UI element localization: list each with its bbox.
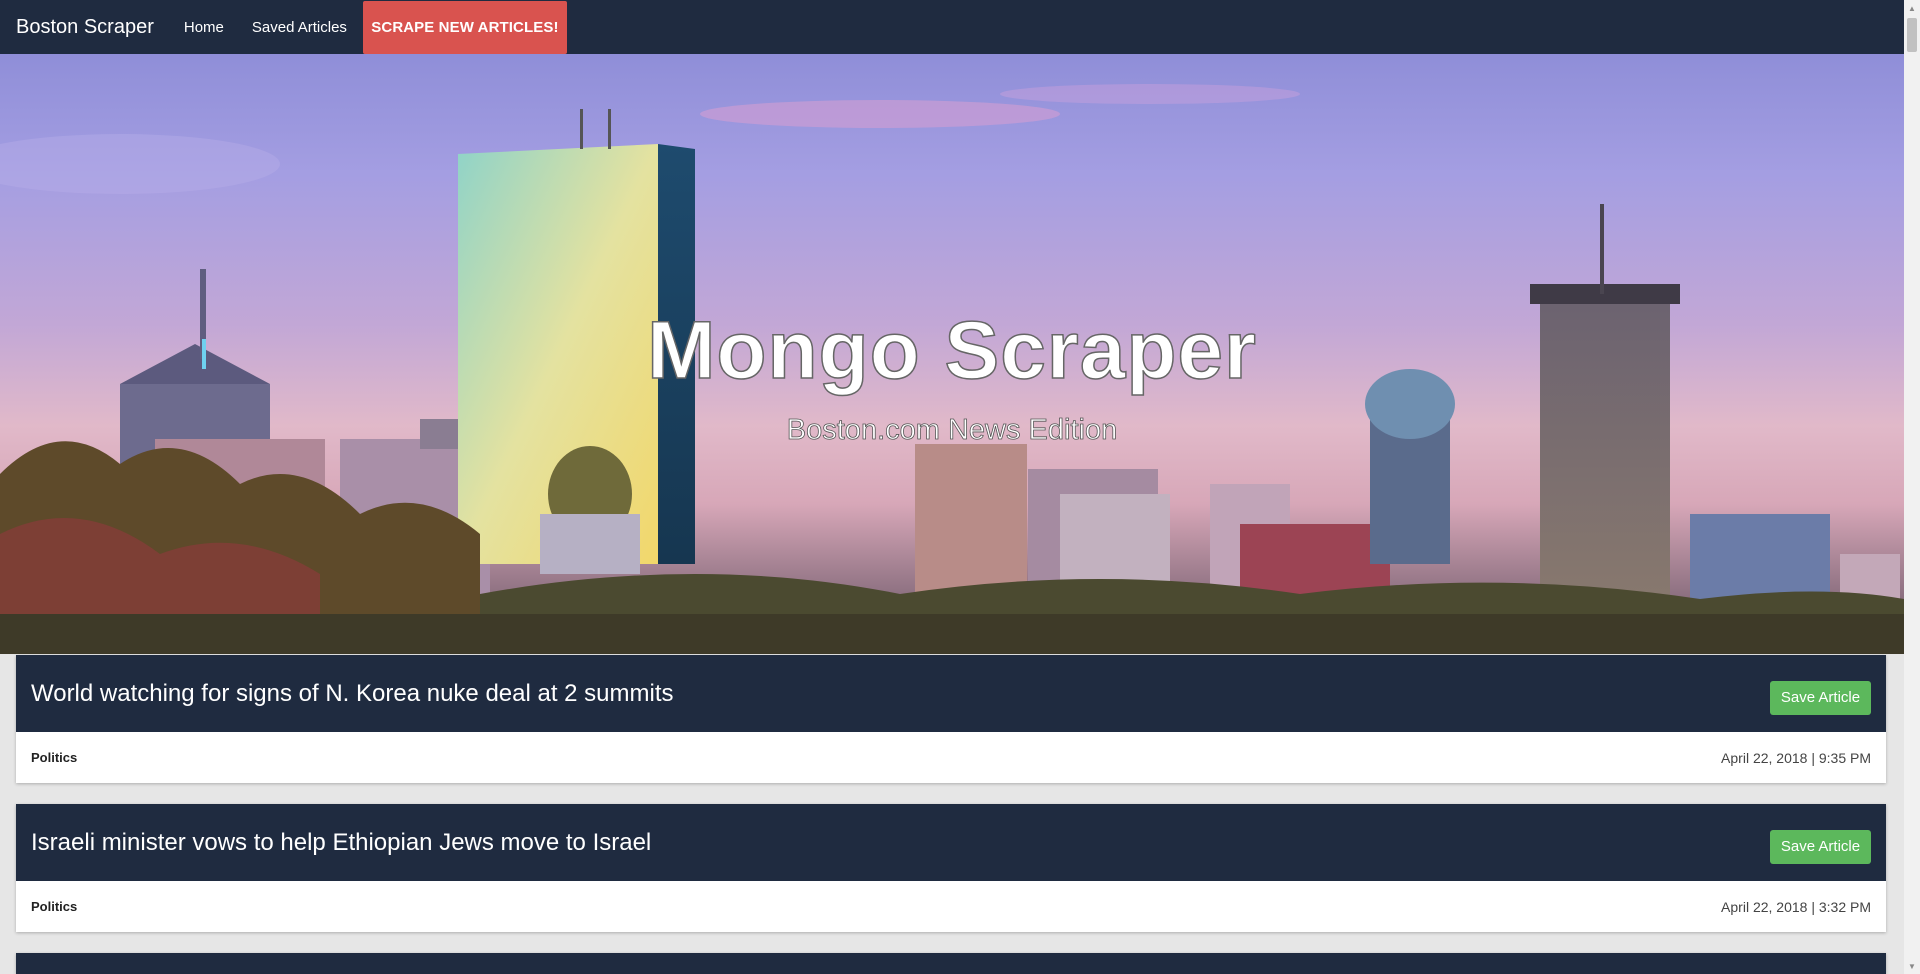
article-footer: Politics April 22, 2018 | 9:35 PM <box>16 732 1886 783</box>
nav-home-link[interactable]: Home <box>184 19 224 36</box>
nav-saved-articles-link[interactable]: Saved Articles <box>252 19 347 36</box>
scroll-down-arrow-icon[interactable]: ▼ <box>1904 958 1920 974</box>
article-title[interactable]: World watching for signs of N. Korea nuk… <box>31 680 674 708</box>
save-article-button[interactable]: Save Article <box>1770 680 1871 715</box>
article-card: World watching for signs of N. Korea nuk… <box>16 655 1886 783</box>
hero-title: Mongo Scraper <box>646 304 1257 397</box>
hero-subtitle: Boston.com News Edition <box>786 414 1118 447</box>
article-header: World watching for signs of N. Korea nuk… <box>16 655 1886 732</box>
article-card: Israeli minister vows to help Ethiopian … <box>16 804 1886 932</box>
page-scrollbar[interactable]: ▲ ▼ <box>1904 0 1920 974</box>
article-date: April 22, 2018 | 9:35 PM <box>1721 749 1871 766</box>
brand-link[interactable]: Boston Scraper <box>16 16 154 39</box>
article-category: Politics <box>31 899 78 914</box>
article-date: April 22, 2018 | 3:32 PM <box>1721 898 1871 915</box>
article-card-partial <box>16 953 1886 974</box>
scrollbar-thumb[interactable] <box>1907 18 1917 52</box>
navbar: Boston Scraper Home Saved Articles SCRAP… <box>0 0 1904 54</box>
save-article-button[interactable]: Save Article <box>1770 829 1871 864</box>
article-footer: Politics April 22, 2018 | 3:32 PM <box>16 881 1886 932</box>
article-title[interactable]: Israeli minister vows to help Ethiopian … <box>31 829 651 857</box>
hero-banner: Mongo Scraper Boston.com News Edition <box>0 54 1904 654</box>
scroll-up-arrow-icon[interactable]: ▲ <box>1904 0 1920 16</box>
article-category: Politics <box>31 750 78 765</box>
article-header: Israeli minister vows to help Ethiopian … <box>16 804 1886 881</box>
scrape-new-articles-button[interactable]: SCRAPE NEW ARTICLES! <box>362 0 567 54</box>
